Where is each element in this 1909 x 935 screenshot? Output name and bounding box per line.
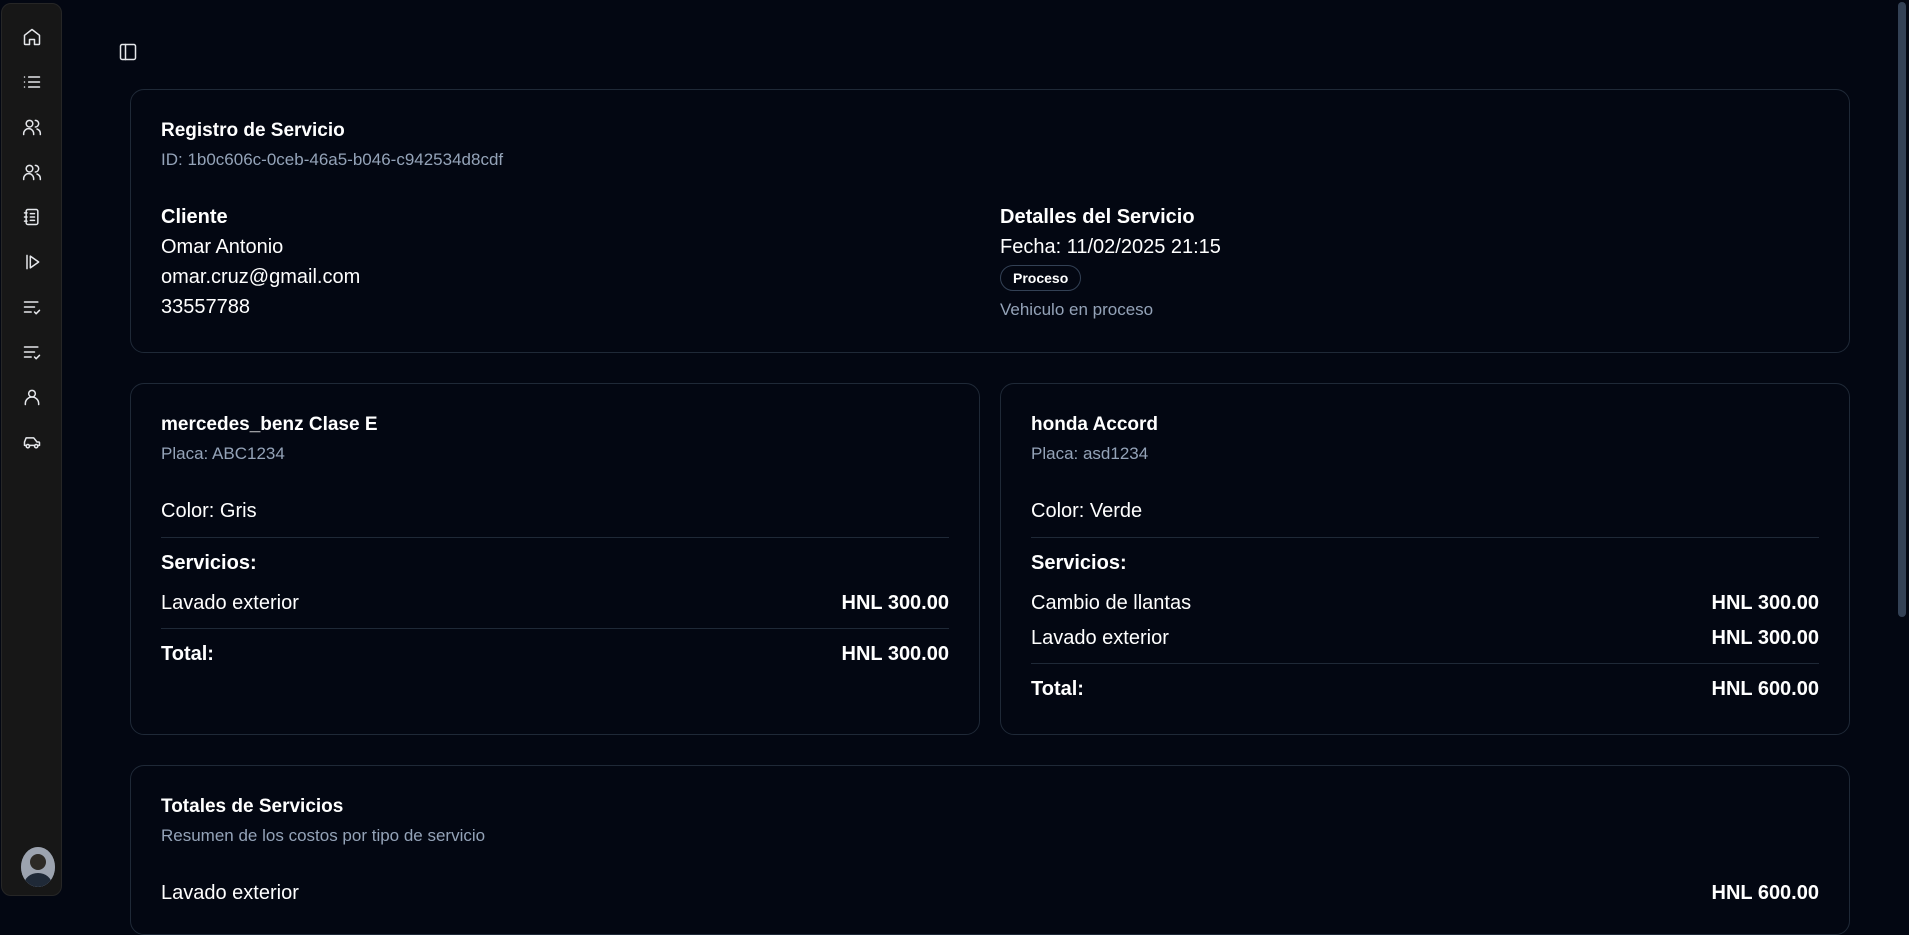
service-name: Lavado exterior [161, 592, 299, 614]
users-icon [22, 119, 42, 136]
list-check-icon [23, 346, 41, 360]
page-title: Registro de Servicio [161, 120, 345, 141]
total-label: Total: [1031, 678, 1084, 700]
totals-row-price: HNL 600.00 [1711, 882, 1819, 904]
client-email: omar.cruz@gmail.com [161, 266, 361, 288]
notebook-icon [23, 208, 39, 226]
record-id: ID: 1b0c606c-0ceb-46a5-b046-c942534d8cdf [161, 150, 504, 169]
vehicle-card: honda Accord Placa: asd1234 Color: Verde… [1000, 383, 1850, 735]
sidebar [1, 3, 62, 896]
total-value: HNL 300.00 [841, 643, 949, 665]
totals-row-name: Lavado exterior [161, 882, 299, 904]
panel-left-icon [119, 43, 137, 61]
scrollbar-thumb[interactable] [1898, 2, 1906, 617]
service-totals-card: Totales de Servicios Resumen de los cost… [130, 765, 1850, 935]
total-value: HNL 600.00 [1711, 678, 1819, 700]
vehicle-color: Color: Gris [161, 500, 257, 522]
services-label: Servicios: [1031, 552, 1127, 574]
vehicle-plate: Placa: ABC1234 [161, 444, 285, 463]
vehicle-name: honda Accord [1031, 414, 1159, 435]
service-name: Cambio de llantas [1031, 592, 1192, 614]
nav-users[interactable] [12, 109, 52, 145]
total-label: Total: [161, 643, 214, 665]
car-icon [23, 437, 41, 449]
service-price: HNL 300.00 [1711, 592, 1819, 614]
details-heading: Detalles del Servicio [1000, 206, 1195, 228]
sidebar-toggle-button[interactable] [116, 40, 140, 64]
nav-home[interactable] [12, 19, 52, 55]
client-heading: Cliente [161, 206, 228, 228]
nav-records[interactable] [12, 199, 52, 235]
nav-list[interactable] [12, 64, 52, 100]
avatar[interactable] [21, 847, 55, 887]
service-date: Fecha: 11/02/2025 21:15 [1000, 236, 1221, 258]
user-icon [24, 389, 40, 406]
totals-title: Totales de Servicios [161, 796, 344, 817]
nav-process[interactable] [12, 244, 52, 280]
home-icon [23, 28, 41, 46]
client-phone: 33557788 [161, 296, 250, 318]
service-record-card: Registro de Servicio ID: 1b0c606c-0ceb-4… [130, 89, 1850, 353]
scrollbar[interactable] [1895, 0, 1909, 906]
vehicle-name: mercedes_benz Clase E [161, 414, 378, 435]
vehicle-plate: Placa: asd1234 [1031, 444, 1149, 463]
service-price: HNL 300.00 [841, 592, 949, 614]
users-icon [22, 164, 42, 181]
nav-vehicles[interactable] [12, 424, 52, 460]
list-icon [23, 76, 41, 88]
list-check-icon [23, 301, 41, 315]
divider [1031, 663, 1819, 664]
vehicle-card: mercedes_benz Clase E Placa: ABC1234 Col… [130, 383, 980, 735]
vehicle-color: Color: Verde [1031, 500, 1143, 522]
services-label: Servicios: [161, 552, 257, 574]
service-name: Lavado exterior [1031, 627, 1169, 649]
service-price: HNL 300.00 [1711, 627, 1819, 649]
totals-subtitle: Resumen de los costos por tipo de servic… [161, 826, 486, 845]
nav-completed[interactable] [12, 334, 52, 370]
nav-profile[interactable] [12, 379, 52, 415]
divider [1031, 537, 1819, 538]
divider [161, 628, 949, 629]
status-text: Vehiculo en proceso [1000, 300, 1154, 319]
client-name: Omar Antonio [161, 236, 284, 258]
status-badge: Proceso [1000, 265, 1082, 291]
nav-tasks[interactable] [12, 289, 52, 325]
divider [161, 537, 949, 538]
nav-clients[interactable] [12, 154, 52, 190]
play-icon [26, 254, 40, 270]
